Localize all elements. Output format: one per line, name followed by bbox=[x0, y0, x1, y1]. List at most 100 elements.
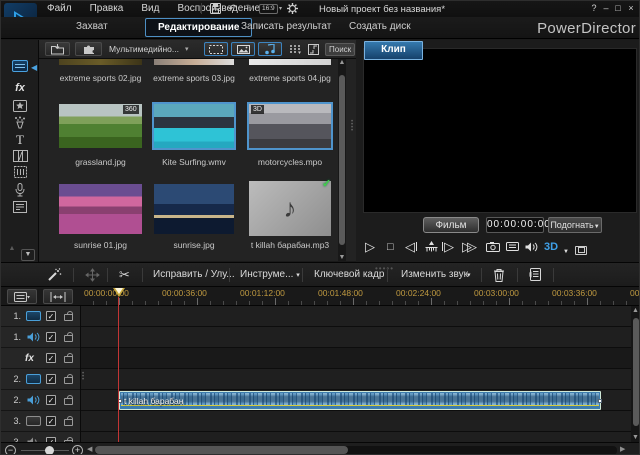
notes-script-icon[interactable] bbox=[529, 268, 542, 281]
tab-create-disc[interactable]: Создать диск bbox=[349, 21, 411, 32]
chapter-room-icon[interactable] bbox=[1, 201, 39, 213]
next-frame-button[interactable]: ▷ bbox=[442, 238, 454, 256]
magic-wand-icon[interactable] bbox=[47, 268, 62, 282]
timecode-display[interactable]: 00:00:00:00 bbox=[486, 217, 544, 233]
seek-marker-button[interactable] bbox=[425, 241, 438, 253]
lock-icon[interactable] bbox=[64, 335, 73, 342]
title-room-icon[interactable]: T bbox=[1, 132, 39, 148]
track-enable-checkbox[interactable] bbox=[46, 332, 56, 342]
track-lane-2-video[interactable]: ••• bbox=[81, 369, 631, 390]
previous-frame-button[interactable]: ◁ bbox=[405, 238, 417, 256]
3d-toggle-button[interactable]: 3D bbox=[544, 238, 558, 256]
volume-speaker-icon[interactable] bbox=[525, 242, 538, 252]
zoom-slider-handle[interactable] bbox=[45, 446, 54, 455]
lock-icon[interactable] bbox=[64, 356, 73, 363]
zoom-in-button[interactable]: + bbox=[72, 445, 83, 455]
fit-zoom-dropdown[interactable]: Подогнать▼ bbox=[548, 217, 602, 233]
filter-music-button[interactable] bbox=[258, 42, 282, 56]
preview-quality-icon[interactable] bbox=[506, 242, 519, 251]
library-search-input[interactable]: Поиск в би bbox=[325, 43, 355, 56]
redo-icon[interactable]: ↷ bbox=[244, 2, 253, 15]
transition-room-icon[interactable] bbox=[1, 150, 39, 162]
particle-room-icon[interactable] bbox=[1, 116, 39, 129]
settings-gear-icon[interactable] bbox=[287, 3, 298, 14]
track-manager-button[interactable] bbox=[7, 289, 37, 304]
zoom-out-button[interactable]: − bbox=[5, 445, 16, 455]
3d-dropdown-arrow[interactable]: ▼ bbox=[563, 243, 569, 261]
lock-icon[interactable] bbox=[64, 377, 73, 384]
tools-dropdown-button[interactable]: Инструме... ▾ bbox=[240, 269, 300, 280]
trash-icon[interactable] bbox=[493, 268, 505, 282]
lock-icon[interactable] bbox=[64, 419, 73, 426]
resize-thumbnails-button[interactable] bbox=[308, 44, 319, 55]
track-header-fx[interactable]: fx bbox=[1, 348, 81, 369]
save-icon[interactable] bbox=[210, 3, 221, 14]
effects-room-icon[interactable]: fx bbox=[1, 82, 39, 94]
fast-forward-button[interactable]: ▷▷ bbox=[462, 238, 472, 256]
menu-edit[interactable]: Правка bbox=[86, 1, 128, 16]
track-group-handle[interactable]: ••• bbox=[82, 373, 85, 382]
library-scrollbar[interactable]: ▲ ▼ bbox=[338, 59, 346, 261]
fix-enhance-button[interactable]: Исправить / Улу... bbox=[153, 269, 235, 280]
snapshot-camera-icon[interactable] bbox=[486, 242, 500, 252]
scroll-right-icon[interactable]: ▶ bbox=[620, 445, 625, 453]
preview-video-area[interactable] bbox=[363, 48, 637, 213]
track-header-1-video[interactable]: 1. bbox=[1, 306, 81, 327]
chevron-down-icon[interactable]: ▾ bbox=[467, 271, 471, 279]
edit-audio-dropdown-button[interactable]: Изменить звук bbox=[401, 269, 468, 280]
close-button[interactable]: × bbox=[626, 3, 636, 13]
track-lane-fx[interactable] bbox=[81, 348, 631, 369]
scroll-left-icon[interactable]: ◀ bbox=[87, 445, 92, 453]
tab-produce[interactable]: Записать результат bbox=[241, 21, 331, 32]
tab-movie[interactable]: Фильм bbox=[423, 217, 479, 233]
track-enable-checkbox[interactable] bbox=[46, 395, 56, 405]
track-lane-3-video[interactable] bbox=[81, 411, 631, 432]
lock-icon[interactable] bbox=[64, 398, 73, 405]
track-enable-checkbox[interactable] bbox=[46, 416, 56, 426]
track-header-2-video[interactable]: 2. bbox=[1, 369, 81, 390]
import-media-button[interactable] bbox=[45, 42, 70, 56]
lock-icon[interactable] bbox=[64, 314, 73, 321]
menu-view[interactable]: Вид bbox=[137, 1, 163, 16]
undock-preview-icon[interactable] bbox=[575, 242, 587, 260]
minimize-button[interactable]: – bbox=[601, 3, 611, 13]
h-scrollbar-thumb[interactable] bbox=[95, 446, 348, 454]
aspect-ratio-button[interactable]: 16:9 bbox=[259, 4, 278, 14]
track-lane-1-audio[interactable] bbox=[81, 327, 631, 348]
track-lane-3-audio[interactable] bbox=[81, 432, 631, 442]
media-thumbnail[interactable] bbox=[249, 59, 331, 65]
filter-photo-button[interactable] bbox=[231, 42, 255, 56]
help-button[interactable]: ? bbox=[589, 3, 599, 13]
media-thumbnail[interactable] bbox=[59, 184, 142, 234]
timeline-ruler[interactable]: 00:00:00:00 00:00:36:00 00:01:12:00 00:0… bbox=[1, 287, 640, 306]
clip-trim-handle-right[interactable] bbox=[598, 399, 602, 403]
track-lane-2-audio[interactable]: t killah барабан bbox=[81, 390, 631, 411]
pip-objects-room-icon[interactable] bbox=[1, 100, 39, 112]
library-filter-dropdown[interactable]: Мультимедийно...▾ bbox=[105, 42, 199, 56]
audio-mixing-room-icon[interactable] bbox=[1, 166, 39, 178]
tab-capture[interactable]: Захват bbox=[76, 21, 108, 32]
track-enable-checkbox[interactable] bbox=[46, 311, 56, 321]
media-thumbnail-audio[interactable]: ♪ bbox=[249, 181, 331, 236]
voiceover-room-icon[interactable] bbox=[1, 183, 39, 197]
aspect-dropdown-arrow[interactable]: ▾ bbox=[279, 5, 282, 12]
timeline-vertical-scrollbar[interactable]: ▲ ▼ bbox=[631, 306, 640, 442]
track-enable-checkbox[interactable] bbox=[46, 353, 56, 363]
play-button[interactable]: ▷ bbox=[365, 238, 375, 256]
keyframe-button[interactable]: Ключевой кадр bbox=[314, 269, 384, 280]
track-enable-checkbox[interactable] bbox=[46, 374, 56, 384]
volume-keyframe-line[interactable] bbox=[121, 405, 599, 407]
track-header-2-audio[interactable]: 2. bbox=[1, 390, 81, 411]
audio-clip[interactable]: t killah барабан bbox=[119, 391, 601, 410]
filter-video-button[interactable] bbox=[204, 42, 228, 56]
timeline-h-scrollbar[interactable] bbox=[95, 446, 617, 455]
media-thumbnail[interactable] bbox=[154, 104, 234, 148]
track-lane-1-video[interactable] bbox=[81, 306, 631, 327]
media-thumbnail[interactable] bbox=[154, 59, 234, 65]
track-header-3-video[interactable]: 3. bbox=[1, 411, 81, 432]
range-select-button[interactable] bbox=[43, 289, 73, 304]
media-thumbnail[interactable] bbox=[59, 59, 142, 65]
tab-clip[interactable]: Клип bbox=[364, 41, 423, 60]
menu-file[interactable]: Файл bbox=[43, 1, 76, 16]
stop-button[interactable]: □ bbox=[387, 238, 394, 256]
